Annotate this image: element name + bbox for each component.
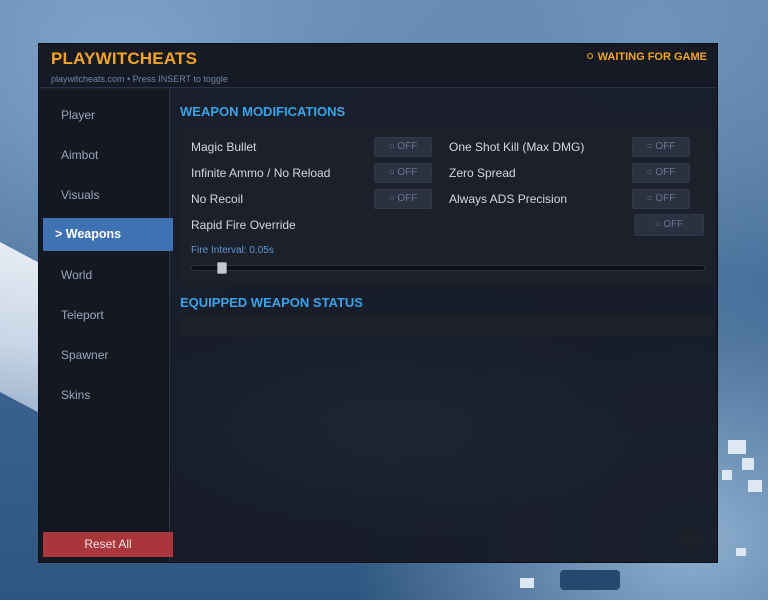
ice-chunk	[728, 440, 746, 454]
app-title: PLAYWITCHEATS	[51, 49, 198, 68]
sidebar: Player Aimbot Visuals > Weapons World Te…	[39, 89, 173, 562]
sidebar-item-teleport[interactable]: Teleport	[43, 299, 173, 332]
cheat-menu-window: PLAYWITCHEATS playwitcheats.com • Press …	[38, 43, 718, 563]
slider-thumb[interactable]	[217, 262, 227, 274]
ice-chunk	[748, 480, 762, 492]
infinite-ammo-toggle[interactable]: ○ OFF	[374, 163, 432, 183]
sidebar-item-weapons[interactable]: > Weapons	[43, 218, 173, 251]
sidebar-item-spawner[interactable]: Spawner	[43, 339, 173, 372]
infinite-ammo-label: Infinite Ammo / No Reload	[191, 166, 331, 180]
zero-spread-label: Zero Spread	[449, 166, 516, 180]
magic-bullet-toggle[interactable]: ○ OFF	[374, 137, 432, 157]
game-status: WAITING FOR GAME	[586, 51, 707, 63]
always-ads-toggle[interactable]: ○ OFF	[632, 189, 690, 209]
ice-chunk	[736, 548, 746, 556]
no-recoil-toggle[interactable]: ○ OFF	[374, 189, 432, 209]
main-content: WEAPON MODIFICATIONS Magic Bullet ○ OFF …	[171, 89, 717, 562]
sidebar-item-player[interactable]: Player	[43, 99, 173, 132]
one-shot-kill-label: One Shot Kill (Max DMG)	[449, 140, 585, 154]
sidebar-item-skins[interactable]: Skins	[43, 379, 173, 412]
sidebar-item-aimbot[interactable]: Aimbot	[43, 139, 173, 172]
always-ads-label: Always ADS Precision	[449, 192, 568, 206]
ice-chunk	[560, 570, 620, 590]
fire-interval-slider[interactable]	[191, 262, 705, 274]
reset-all-button[interactable]: Reset All	[43, 532, 173, 557]
ice-chunk	[520, 578, 534, 588]
game-status-text: WAITING FOR GAME	[597, 51, 707, 63]
app-subtitle: playwitcheats.com • Press INSERT to togg…	[51, 74, 228, 84]
no-recoil-label: No Recoil	[191, 192, 244, 206]
rapid-fire-label: Rapid Fire Override	[191, 218, 296, 232]
weapon-mods-panel: Magic Bullet ○ OFF One Shot Kill (Max DM…	[180, 127, 715, 285]
equipped-status-panel	[180, 316, 715, 336]
title-bar[interactable]: PLAYWITCHEATS playwitcheats.com • Press …	[39, 44, 717, 88]
sidebar-item-visuals[interactable]: Visuals	[43, 179, 173, 212]
content-backdrop	[171, 339, 717, 562]
fire-interval-label: Fire Interval: 0.05s	[191, 245, 274, 256]
magic-bullet-label: Magic Bullet	[191, 140, 257, 154]
one-shot-kill-toggle[interactable]: ○ OFF	[632, 137, 690, 157]
status-ring-icon	[586, 53, 593, 59]
equipped-status-title: EQUIPPED WEAPON STATUS	[180, 295, 363, 310]
sidebar-item-world[interactable]: World	[43, 259, 173, 292]
ice-chunk	[722, 470, 732, 480]
rapid-fire-toggle[interactable]: ○ OFF	[634, 214, 704, 236]
zero-spread-toggle[interactable]: ○ OFF	[632, 163, 690, 183]
ice-chunk	[742, 458, 754, 470]
weapon-mods-title: WEAPON MODIFICATIONS	[180, 104, 346, 119]
